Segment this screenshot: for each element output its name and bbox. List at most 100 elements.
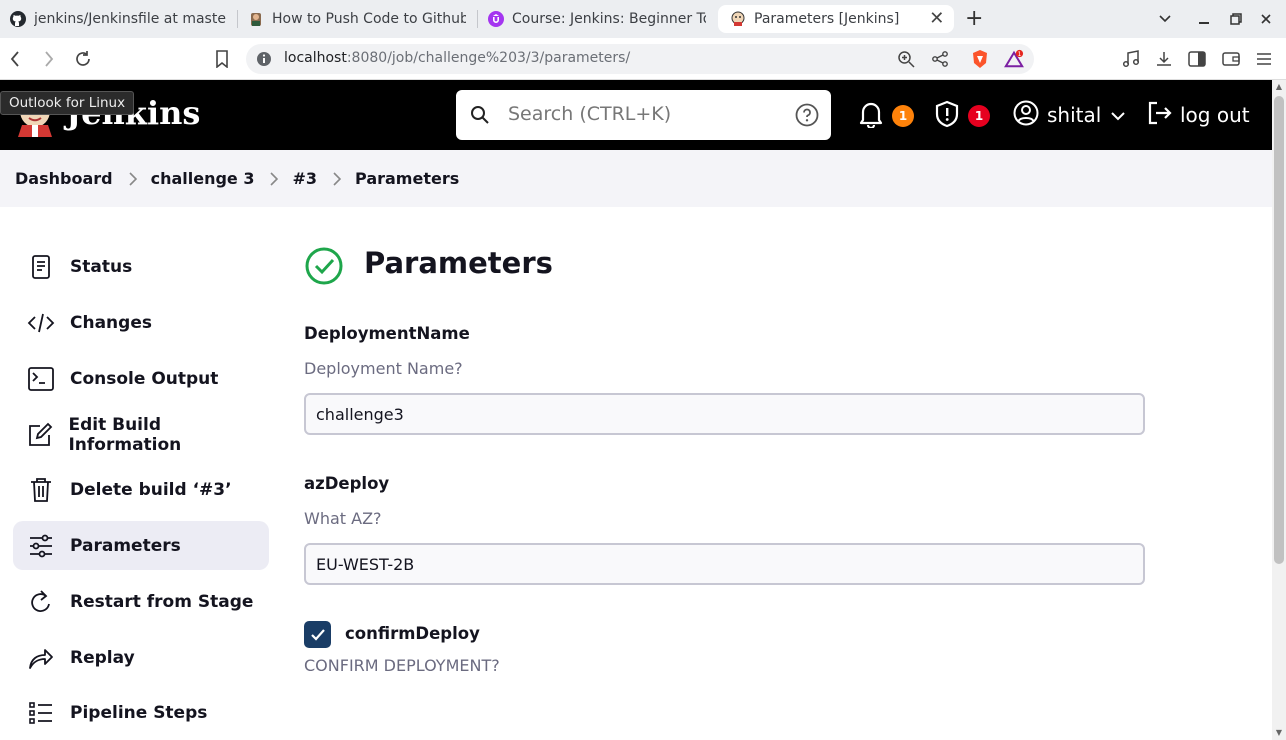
- forward-icon[interactable]: [38, 48, 60, 70]
- url-path: :8080/job/challenge%203/3/parameters/: [346, 50, 631, 66]
- list-icon: [26, 698, 56, 728]
- user-menu[interactable]: shital: [1013, 100, 1126, 130]
- search-icon: [470, 105, 490, 129]
- param-description-deployment: Deployment Name?: [304, 359, 463, 378]
- minimize-icon[interactable]: [1194, 9, 1214, 29]
- sidebar-toggle-icon[interactable]: [1186, 48, 1208, 70]
- security-button[interactable]: 1: [934, 100, 990, 132]
- trash-icon: [26, 475, 56, 505]
- notifications-badge: 1: [892, 105, 914, 127]
- param-name-azdeploy: azDeploy: [304, 474, 390, 493]
- breadcrumb-job[interactable]: challenge 3: [151, 169, 255, 188]
- sliders-icon: [26, 531, 56, 561]
- close-icon[interactable]: ✕: [929, 10, 944, 28]
- reload-icon[interactable]: [72, 48, 94, 70]
- tab-title: How to Push Code to Github: [272, 11, 466, 27]
- sidebar-item-status[interactable]: Status: [13, 242, 269, 291]
- sidebar-item-delete-build[interactable]: Delete build ‘#3’: [13, 465, 269, 514]
- avatar-icon: [248, 11, 264, 27]
- zoom-icon[interactable]: [896, 49, 916, 69]
- page-title: Parameters: [364, 246, 553, 280]
- checkmark-icon: [310, 628, 325, 641]
- chevron-right-icon: [270, 171, 279, 186]
- sidebar-item-restart-from-stage[interactable]: Restart from Stage: [13, 577, 269, 626]
- tab-title: Parameters [Jenkins]: [754, 11, 900, 27]
- logout-button[interactable]: log out: [1146, 100, 1250, 130]
- search-box[interactable]: Search (CTRL+K): [456, 90, 831, 140]
- tab-title: Course: Jenkins: Beginner To: [512, 11, 706, 27]
- deployment-name-field[interactable]: [304, 393, 1145, 435]
- az-deploy-field[interactable]: [304, 543, 1145, 585]
- scrollbar-thumb[interactable]: [1274, 96, 1284, 564]
- scroll-down-icon[interactable]: ▼: [1274, 728, 1284, 738]
- user-icon: [1013, 100, 1039, 130]
- notifications-button[interactable]: 1: [858, 100, 914, 132]
- brave-shields-icon[interactable]: [970, 49, 990, 69]
- sidebar-item-label: Edit Build Information: [68, 414, 182, 455]
- window-close-icon[interactable]: [1256, 9, 1276, 29]
- browser-tab-course[interactable]: Course: Jenkins: Beginner To: [488, 5, 706, 33]
- sidebar-item-console-output[interactable]: Console Output: [13, 354, 269, 403]
- menu-icon[interactable]: [1253, 48, 1275, 70]
- share-icon[interactable]: [930, 49, 950, 69]
- wallet-icon[interactable]: [1220, 48, 1242, 70]
- code-icon: [26, 308, 56, 338]
- sidebar-item-edit-build-info[interactable]: Edit Build Information: [13, 410, 269, 459]
- breadcrumb-parameters[interactable]: Parameters: [355, 169, 459, 188]
- download-icon[interactable]: [1153, 48, 1175, 70]
- security-badge: 1: [968, 105, 990, 127]
- bell-icon: [858, 100, 884, 132]
- param-name-deployment: DeploymentName: [304, 324, 470, 343]
- scroll-up-icon[interactable]: ▲: [1274, 82, 1284, 92]
- breadcrumb-dashboard[interactable]: Dashboard: [15, 169, 113, 188]
- sidebar-item-label: Delete build ‘#3’: [70, 479, 232, 500]
- confirm-deploy-checkbox[interactable]: [304, 621, 331, 648]
- document-icon: [26, 252, 56, 282]
- sidebar-item-label: Changes: [70, 312, 152, 333]
- sidebar-item-replay[interactable]: Replay: [13, 633, 269, 682]
- tab-separator: [237, 10, 238, 28]
- sidebar-item-label: Status: [70, 256, 133, 277]
- new-tab-button[interactable]: +: [965, 8, 983, 30]
- tab-title: jenkins/Jenkinsfile at maste: [34, 11, 226, 27]
- url-text[interactable]: localhost:8080/job/challenge%203/3/param…: [284, 50, 630, 66]
- sidebar-item-pipeline-steps[interactable]: Pipeline Steps: [13, 688, 269, 737]
- chevron-down-icon: [1111, 106, 1126, 125]
- browser-toolbar: localhost:8080/job/challenge%203/3/param…: [0, 38, 1286, 80]
- search-input[interactable]: Search (CTRL+K): [508, 103, 671, 125]
- back-icon[interactable]: [4, 48, 26, 70]
- sidebar-item-label: Replay: [70, 647, 135, 668]
- maximize-icon[interactable]: [1226, 9, 1246, 29]
- jenkins-header: Jenkins Search (CTRL+K) 1 1 shital: [0, 80, 1272, 150]
- sidebar-item-label: Console Output: [70, 368, 219, 389]
- sidebar-item-label: Parameters: [70, 535, 181, 556]
- browser-tab-parameters[interactable]: Parameters [Jenkins] ✕: [718, 5, 954, 33]
- restart-icon: [26, 587, 56, 617]
- sidebar-item-parameters[interactable]: Parameters: [13, 521, 269, 570]
- browser-tab-github[interactable]: jenkins/Jenkinsfile at maste: [10, 5, 230, 33]
- rewards-badge: 1: [1018, 52, 1022, 58]
- jenkins-icon: [730, 11, 746, 27]
- browser-tab-push-code[interactable]: How to Push Code to Github: [248, 5, 466, 33]
- sidebar-item-changes[interactable]: Changes: [13, 298, 269, 347]
- breadcrumb-build[interactable]: #3: [292, 169, 317, 188]
- help-icon[interactable]: [795, 103, 819, 131]
- address-bar[interactable]: localhost:8080/job/challenge%203/3/param…: [246, 44, 1034, 74]
- success-check-icon: [304, 246, 344, 290]
- sidebar-item-label: Restart from Stage: [70, 591, 254, 612]
- edit-icon: [26, 420, 54, 450]
- tooltip: Outlook for Linux: [0, 91, 135, 115]
- github-icon: [10, 11, 26, 27]
- confirm-deploy-description: CONFIRM DEPLOYMENT?: [304, 656, 500, 675]
- browser-tab-bar: jenkins/Jenkinsfile at maste How to Push…: [0, 0, 1286, 38]
- replay-icon: [26, 643, 56, 673]
- udemy-icon: [488, 11, 504, 27]
- confirm-deploy-label[interactable]: confirmDeploy: [345, 624, 480, 643]
- tab-list-icon[interactable]: [1155, 9, 1175, 29]
- tab-separator: [477, 10, 478, 28]
- bookmark-icon[interactable]: [211, 48, 233, 70]
- chevron-right-icon: [129, 171, 137, 186]
- media-icon[interactable]: [1120, 48, 1142, 70]
- brave-rewards-icon[interactable]: 1: [1004, 49, 1024, 69]
- site-info-icon[interactable]: [256, 51, 272, 71]
